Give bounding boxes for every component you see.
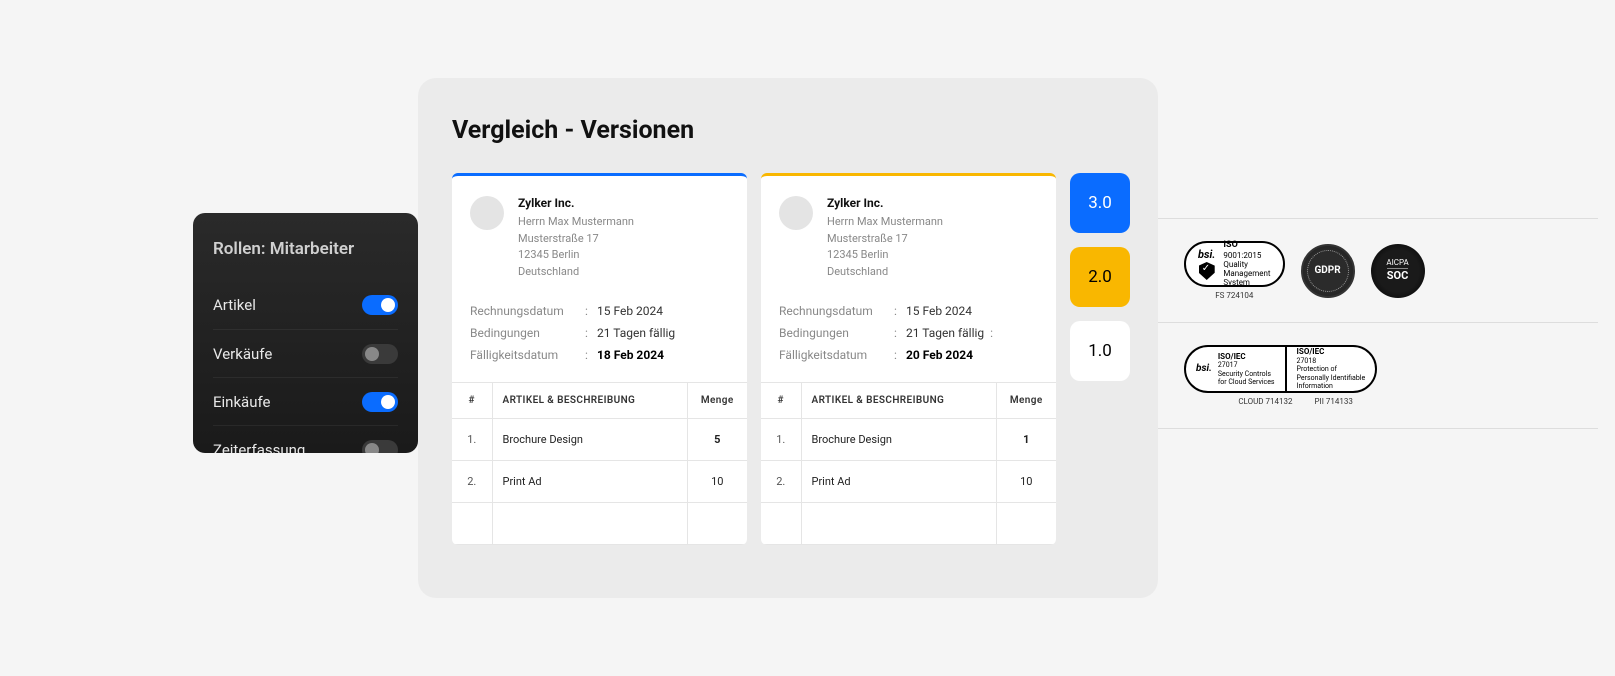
- field-label: Rechnungsdatum: [470, 304, 585, 318]
- badge-iso-27017-27018: bsi. ISO/IEC 27017 Security Controls for…: [1184, 345, 1377, 393]
- item-description: Print Ad: [492, 461, 687, 503]
- roles-row-label: Zeiterfassung: [213, 441, 305, 454]
- item-quantity: 5: [687, 419, 747, 461]
- col-quantity: Menge: [687, 383, 747, 419]
- roles-row-label: Verkäufe: [213, 345, 272, 363]
- field-value: 21 Tagen fällig: [906, 326, 984, 340]
- col-description: ARTIKEL & BESCHREIBUNG: [801, 383, 996, 419]
- city: 12345 Berlin: [827, 247, 943, 264]
- badge-iso-27017-code: CLOUD 714132: [1238, 397, 1292, 406]
- version-button-3-0[interactable]: 3.0: [1070, 173, 1130, 233]
- roles-row: Einkäufe: [213, 377, 398, 425]
- field-label: Bedingungen: [779, 326, 894, 340]
- roles-row: Zeiterfassung: [213, 425, 398, 453]
- field-value: 21 Tagen fällig: [597, 326, 675, 340]
- country: Deutschland: [518, 264, 634, 281]
- compare-versions-panel: Vergleich - Versionen Zylker Inc. Herrn M…: [418, 78, 1158, 598]
- contact-name: Herrn Max Mustermann: [518, 214, 634, 231]
- field-label: Fälligkeitsdatum: [779, 348, 894, 362]
- field-row: Fälligkeitsdatum:18 Feb 2024: [470, 348, 729, 362]
- field-label: Fälligkeitsdatum: [470, 348, 585, 362]
- field-value: 15 Feb 2024: [597, 304, 663, 318]
- table-row: 1.Brochure Design5: [452, 419, 747, 461]
- field-value: 18 Feb 2024: [597, 348, 664, 362]
- field-value: 15 Feb 2024: [906, 304, 972, 318]
- table-row: [452, 503, 747, 545]
- roles-row: Verkäufe: [213, 329, 398, 377]
- avatar: [779, 196, 813, 230]
- field-row: Rechnungsdatum:15 Feb 2024: [470, 304, 729, 318]
- col-description: ARTIKEL & BESCHREIBUNG: [492, 383, 687, 419]
- roles-title: Rollen: Mitarbeiter: [213, 239, 398, 259]
- compare-title: Vergleich - Versionen: [452, 116, 1124, 145]
- field-row: Rechnungsdatum:15 Feb 2024: [779, 304, 1038, 318]
- badge-iso-9001-code: FS 724104: [1215, 291, 1253, 300]
- item-description: Brochure Design: [492, 419, 687, 461]
- toggle-switch[interactable]: [362, 295, 398, 315]
- badge-gdpr: GDPR: [1301, 244, 1355, 298]
- table-row: 2.Print Ad10: [452, 461, 747, 503]
- version-selector: 3.0 2.0 1.0: [1070, 173, 1130, 381]
- document-version-card: Zylker Inc. Herrn Max MustermannMusterstr…: [761, 173, 1056, 545]
- col-quantity: Menge: [996, 383, 1056, 419]
- street: Musterstraße 17: [518, 231, 634, 248]
- toggle-switch[interactable]: [362, 344, 398, 364]
- item-quantity: 10: [996, 461, 1056, 503]
- field-value: 20 Feb 2024: [906, 348, 973, 362]
- toggle-switch[interactable]: [362, 440, 398, 454]
- divider: [1158, 428, 1598, 429]
- document-version-card: Zylker Inc. Herrn Max MustermannMusterstr…: [452, 173, 747, 545]
- table-row: 1.Brochure Design1: [761, 419, 1056, 461]
- company-name: Zylker Inc.: [518, 196, 634, 210]
- items-table: #ARTIKEL & BESCHREIBUNGMenge1.Brochure D…: [761, 382, 1056, 545]
- company-name: Zylker Inc.: [827, 196, 943, 210]
- table-row: [761, 503, 1056, 545]
- badge-iso-9001: bsi. ISO 9001:2015 Quality Management Sy…: [1184, 241, 1285, 287]
- field-row: Bedingungen:21 Tagen fällig:: [779, 326, 1038, 340]
- city: 12345 Berlin: [518, 247, 634, 264]
- field-row: Fälligkeitsdatum:20 Feb 2024: [779, 348, 1038, 362]
- item-description: Print Ad: [801, 461, 996, 503]
- contact-name: Herrn Max Mustermann: [827, 214, 943, 231]
- bsi-logo-text: bsi.: [1198, 248, 1215, 261]
- item-quantity: 10: [687, 461, 747, 503]
- roles-row-label: Einkäufe: [213, 393, 270, 411]
- version-button-2-0[interactable]: 2.0: [1070, 247, 1130, 307]
- field-label: Rechnungsdatum: [779, 304, 894, 318]
- col-index: #: [452, 383, 492, 419]
- roles-row-label: Artikel: [213, 296, 256, 314]
- item-description: Brochure Design: [801, 419, 996, 461]
- country: Deutschland: [827, 264, 943, 281]
- items-table: #ARTIKEL & BESCHREIBUNGMenge1.Brochure D…: [452, 382, 747, 545]
- badge-iso-27018-code: PII 714133: [1315, 397, 1353, 406]
- street: Musterstraße 17: [827, 231, 943, 248]
- field-row: Bedingungen:21 Tagen fällig: [470, 326, 729, 340]
- version-button-1-0[interactable]: 1.0: [1070, 321, 1130, 381]
- shield-icon: [1199, 262, 1215, 280]
- roles-row: Artikel: [213, 281, 398, 329]
- certification-badges: bsi. ISO 9001:2015 Quality Management Sy…: [1158, 218, 1598, 429]
- field-label: Bedingungen: [470, 326, 585, 340]
- item-quantity: 1: [996, 419, 1056, 461]
- avatar: [470, 196, 504, 230]
- roles-card: Rollen: Mitarbeiter Artikel Verkäufe Einkä…: [193, 213, 418, 453]
- col-index: #: [761, 383, 801, 419]
- badge-aicpa-soc: AICPA SOC: [1371, 244, 1425, 298]
- toggle-switch[interactable]: [362, 392, 398, 412]
- table-row: 2.Print Ad10: [761, 461, 1056, 503]
